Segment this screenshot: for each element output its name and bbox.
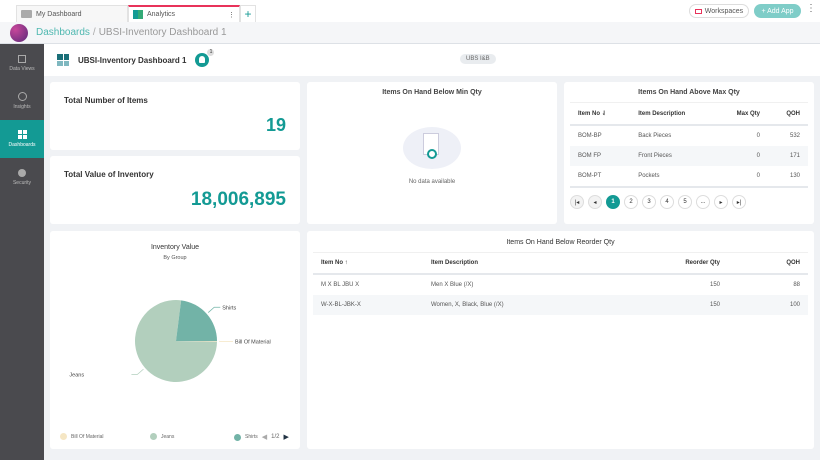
workspaces-button[interactable]: Workspaces bbox=[689, 4, 749, 18]
above-max-widget: Items On Hand Above Max Qty Item No ⇃ Ite… bbox=[564, 82, 814, 224]
column-header[interactable]: Reorder Qty bbox=[617, 253, 728, 275]
more-menu-icon[interactable]: ⋮ bbox=[806, 3, 816, 14]
sidebar-item-dashboards[interactable]: Dashboards bbox=[0, 120, 44, 158]
page-4-button[interactable]: 4 bbox=[660, 195, 674, 209]
tab-analytics[interactable]: Analytics ⋮ bbox=[128, 5, 240, 22]
pie-leader-line bbox=[208, 306, 221, 313]
reorder-widget: Items On Hand Below Reorder Qty Item No … bbox=[307, 231, 814, 449]
user-icon bbox=[199, 56, 206, 63]
breadcrumb-current: UBSI-Inventory Dashboard 1 bbox=[98, 27, 227, 38]
user-count-badge: 1 bbox=[207, 49, 215, 56]
pie-label: Shirts bbox=[222, 305, 236, 311]
table-row[interactable]: W-X-BL-JBK-X Women, X, Black, Blue (/X) 15… bbox=[313, 295, 808, 315]
next-page-button[interactable]: ▸ bbox=[714, 195, 728, 209]
page-2-button[interactable]: 2 bbox=[624, 195, 638, 209]
column-header[interactable]: Item Description bbox=[423, 253, 617, 275]
pie-chart: Bill Of Material Jeans Shirts bbox=[69, 300, 271, 382]
table-row[interactable]: BOM-PT Pockets 0 130 bbox=[570, 166, 808, 187]
legend-item-shirts[interactable]: Shirts ◀ 1/2 ▶ bbox=[234, 433, 289, 441]
tab-menu-icon[interactable]: ⋮ bbox=[228, 11, 235, 19]
tab-bar: My Dashboard Analytics ⋮ + Workspaces + … bbox=[0, 0, 820, 22]
below-min-widget: Items On Hand Below Min Qty No data avai… bbox=[307, 82, 557, 224]
column-header-item-no[interactable]: Item No ↑ bbox=[313, 253, 423, 275]
lock-icon bbox=[18, 168, 26, 177]
workspace-badge: UBS I&B bbox=[460, 54, 496, 64]
insights-icon bbox=[17, 92, 27, 101]
inventory-value-chart: Inventory Value By Group Bill Of Materia… bbox=[50, 231, 300, 449]
analytics-icon bbox=[133, 10, 143, 19]
shared-users-button[interactable]: 1 bbox=[195, 49, 215, 67]
pie-label: Jeans bbox=[69, 372, 84, 378]
sidebar-item-security[interactable]: Security bbox=[0, 158, 44, 196]
kpi-total-value: Total Value of Inventory 18,006,895 bbox=[50, 156, 300, 224]
reorder-table: Item No ↑ Item Description Reorder Qty QOH … bbox=[313, 253, 808, 315]
column-header-item-no[interactable]: Item No ⇃ bbox=[570, 103, 631, 126]
folder-icon bbox=[21, 10, 32, 18]
last-page-button[interactable]: ▸| bbox=[732, 195, 746, 209]
pie-slice-shirts[interactable] bbox=[176, 300, 217, 341]
legend-prev-icon[interactable]: ◀ bbox=[262, 433, 267, 441]
sidebar-item-insights[interactable]: Insights bbox=[0, 82, 44, 120]
table-row[interactable]: BOM FP Front Pieces 0 171 bbox=[570, 146, 808, 166]
sidebar: Data Views Insights Dashboards Security bbox=[0, 44, 44, 460]
page-1-button[interactable]: 1 bbox=[606, 195, 620, 209]
page-3-button[interactable]: 3 bbox=[642, 195, 656, 209]
chart-title: Inventory Value bbox=[150, 244, 200, 251]
app-logo bbox=[10, 23, 28, 42]
tab-my-dashboard[interactable]: My Dashboard bbox=[16, 5, 128, 22]
first-page-button[interactable]: |◂ bbox=[570, 195, 584, 209]
dashboard-header: UBSI-Inventory Dashboard 1 1 UBS I&B bbox=[44, 44, 820, 76]
pie-label: Bill Of Material bbox=[235, 339, 271, 345]
dashboards-icon bbox=[17, 130, 27, 139]
column-header[interactable]: Max Qty bbox=[715, 103, 769, 126]
data-views-icon bbox=[18, 54, 26, 63]
folder-icon bbox=[694, 8, 702, 14]
table-row[interactable]: BOM-BP Back Pieces 0 532 bbox=[570, 125, 808, 146]
pagination: |◂ ◂ 1 2 3 4 5 ... ▸ ▸| bbox=[570, 195, 808, 209]
no-data-illustration-icon bbox=[403, 127, 461, 169]
legend-item-jeans[interactable]: Jeans bbox=[150, 433, 174, 440]
sidebar-item-data-views[interactable]: Data Views bbox=[0, 44, 44, 82]
legend-item-bill-of-material[interactable]: Bill Of Material bbox=[60, 433, 104, 440]
breadcrumb-dashboards[interactable]: Dashboards bbox=[36, 27, 90, 38]
page-title: UBSI-Inventory Dashboard 1 bbox=[78, 55, 187, 65]
column-header[interactable]: Item Description bbox=[630, 103, 716, 126]
legend-next-icon[interactable]: ▶ bbox=[284, 433, 289, 441]
kpi-total-items: Total Number of Items 19 bbox=[50, 82, 300, 150]
add-app-button[interactable]: + Add App bbox=[754, 4, 801, 18]
new-tab-button[interactable]: + bbox=[240, 5, 256, 22]
more-pages-button[interactable]: ... bbox=[696, 195, 710, 209]
breadcrumb: Dashboards / UBSI-Inventory Dashboard 1 bbox=[0, 22, 820, 44]
prev-page-button[interactable]: ◂ bbox=[588, 195, 602, 209]
dashboard-grid-icon bbox=[57, 54, 69, 66]
dashboard-content: Total Number of Items 19 Total Value of … bbox=[44, 76, 820, 460]
above-max-table: Item No ⇃ Item Description Max Qty QOH BOM-… bbox=[570, 103, 808, 188]
pie-leader-line bbox=[131, 368, 144, 375]
column-header[interactable]: QOH bbox=[768, 103, 808, 126]
table-row[interactable]: M X BL JBU X Men X Blue (/X) 150 88 bbox=[313, 274, 808, 295]
page-5-button[interactable]: 5 bbox=[678, 195, 692, 209]
column-header[interactable]: QOH bbox=[728, 253, 808, 275]
